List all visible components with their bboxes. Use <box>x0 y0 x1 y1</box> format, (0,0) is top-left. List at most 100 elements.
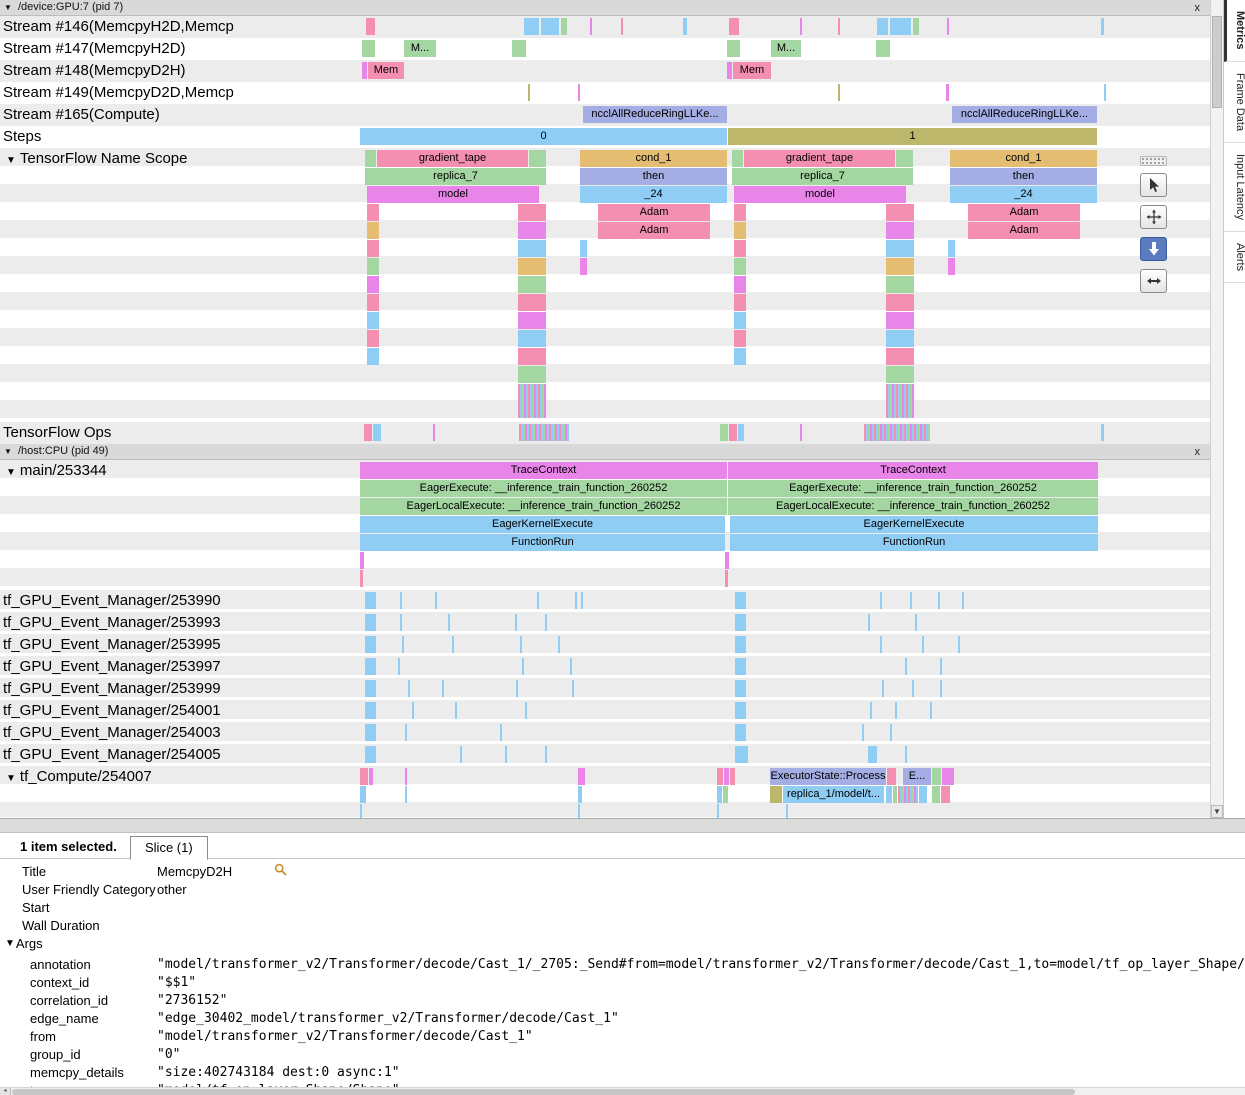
slice[interactable] <box>683 18 687 35</box>
slice[interactable] <box>578 804 580 818</box>
slice[interactable] <box>561 18 567 35</box>
slice[interactable] <box>518 240 546 257</box>
magnifier-icon[interactable] <box>274 863 287 876</box>
slice[interactable] <box>412 702 414 719</box>
select-tool-button[interactable] <box>1140 173 1167 197</box>
slice[interactable] <box>862 724 864 741</box>
slice[interactable] <box>572 680 574 697</box>
slice[interactable] <box>405 724 407 741</box>
slice[interactable] <box>913 18 919 35</box>
slice[interactable] <box>365 702 376 719</box>
slice[interactable] <box>366 18 375 35</box>
slice[interactable] <box>880 636 882 653</box>
slice[interactable] <box>734 240 746 257</box>
slice[interactable] <box>734 258 746 275</box>
slice[interactable] <box>941 786 950 803</box>
slice[interactable] <box>734 294 746 311</box>
slice[interactable] <box>365 724 376 741</box>
expand-triangle-icon[interactable]: ▼ <box>6 155 16 166</box>
slice[interactable] <box>435 592 437 609</box>
slice[interactable] <box>1101 424 1104 441</box>
slice[interactable] <box>545 746 547 763</box>
slice[interactable] <box>621 18 623 35</box>
slice[interactable] <box>575 592 577 609</box>
slice[interactable] <box>886 366 914 383</box>
args-section-toggle[interactable]: ▼ Args <box>0 934 1245 952</box>
slice[interactable] <box>365 746 376 763</box>
expand-triangle-icon[interactable]: ▼ <box>6 467 16 478</box>
slice[interactable] <box>365 636 376 653</box>
slice[interactable] <box>580 258 587 275</box>
slice[interactable] <box>455 702 457 719</box>
slice[interactable] <box>518 294 546 311</box>
slice[interactable] <box>500 724 502 741</box>
slice-tracecontext[interactable]: TraceContext <box>728 462 1098 479</box>
slice[interactable] <box>922 636 924 653</box>
slice-0[interactable]: 0 <box>360 128 727 145</box>
slice[interactable] <box>720 424 728 441</box>
horizontal-splitter[interactable] <box>0 818 1245 833</box>
scrollbar-thumb[interactable] <box>12 1089 1075 1095</box>
slice[interactable] <box>570 658 572 675</box>
slice[interactable] <box>367 222 379 239</box>
slice[interactable] <box>369 768 373 785</box>
slice[interactable] <box>367 348 379 365</box>
slice[interactable] <box>734 276 746 293</box>
slice[interactable] <box>886 312 914 329</box>
slice-_24[interactable]: _24 <box>950 186 1097 203</box>
slice[interactable] <box>940 680 942 697</box>
slice[interactable] <box>365 680 376 697</box>
slice[interactable] <box>734 312 746 329</box>
slice[interactable] <box>868 614 870 631</box>
slice[interactable] <box>838 84 840 101</box>
slice[interactable] <box>734 330 746 347</box>
slice[interactable] <box>578 786 582 803</box>
slice[interactable] <box>876 40 890 57</box>
slice-adam[interactable]: Adam <box>598 222 710 239</box>
slice[interactable] <box>940 658 942 675</box>
slice[interactable] <box>581 592 583 609</box>
slice-adam[interactable]: Adam <box>968 222 1080 239</box>
slice[interactable] <box>360 570 363 587</box>
slice-functionrun[interactable]: FunctionRun <box>360 534 725 551</box>
side-tab-metrics[interactable]: Metrics <box>1224 0 1245 62</box>
slice[interactable] <box>725 570 728 587</box>
slice[interactable] <box>770 786 782 803</box>
slice[interactable] <box>518 204 546 221</box>
slice-gradient_tape[interactable]: gradient_tape <box>377 150 528 167</box>
slice[interactable] <box>541 18 559 35</box>
track-label-tf-name-scope[interactable]: ▼TensorFlow Name Scope <box>0 148 248 170</box>
slice[interactable] <box>365 592 376 609</box>
slice[interactable] <box>886 348 914 365</box>
slice[interactable] <box>365 150 376 167</box>
slice[interactable] <box>529 150 546 167</box>
slice[interactable] <box>373 424 381 441</box>
slice[interactable] <box>730 768 735 785</box>
slice[interactable] <box>800 424 802 441</box>
slice[interactable] <box>405 786 407 803</box>
slice[interactable] <box>516 680 518 697</box>
slice[interactable] <box>735 680 746 697</box>
slice-adam[interactable]: Adam <box>968 204 1080 221</box>
slice[interactable] <box>886 240 914 257</box>
cpu-process-header[interactable]: ▼ /host:CPU (pid 49) x <box>0 444 1210 460</box>
slice[interactable] <box>735 636 746 653</box>
slice[interactable] <box>398 658 400 675</box>
slice[interactable] <box>886 330 914 347</box>
slice[interactable] <box>932 768 941 785</box>
slice[interactable] <box>590 18 592 35</box>
slice[interactable] <box>887 768 896 785</box>
slice[interactable] <box>946 84 949 101</box>
slice-model[interactable]: model <box>734 186 906 203</box>
slice[interactable] <box>735 746 748 763</box>
slice[interactable] <box>365 614 376 631</box>
slice[interactable] <box>948 258 955 275</box>
zoom-tool-button[interactable] <box>1140 237 1167 261</box>
slice[interactable] <box>938 592 940 609</box>
expand-triangle-icon[interactable]: ▼ <box>6 773 16 784</box>
slice-ncclallreduceringllke-[interactable]: ncclAllReduceRingLLKe... <box>583 106 727 123</box>
slice[interactable] <box>362 40 375 57</box>
slice-eagerkernelexecute[interactable]: EagerKernelExecute <box>360 516 725 533</box>
slice[interactable] <box>734 222 746 239</box>
slice[interactable] <box>717 804 719 818</box>
